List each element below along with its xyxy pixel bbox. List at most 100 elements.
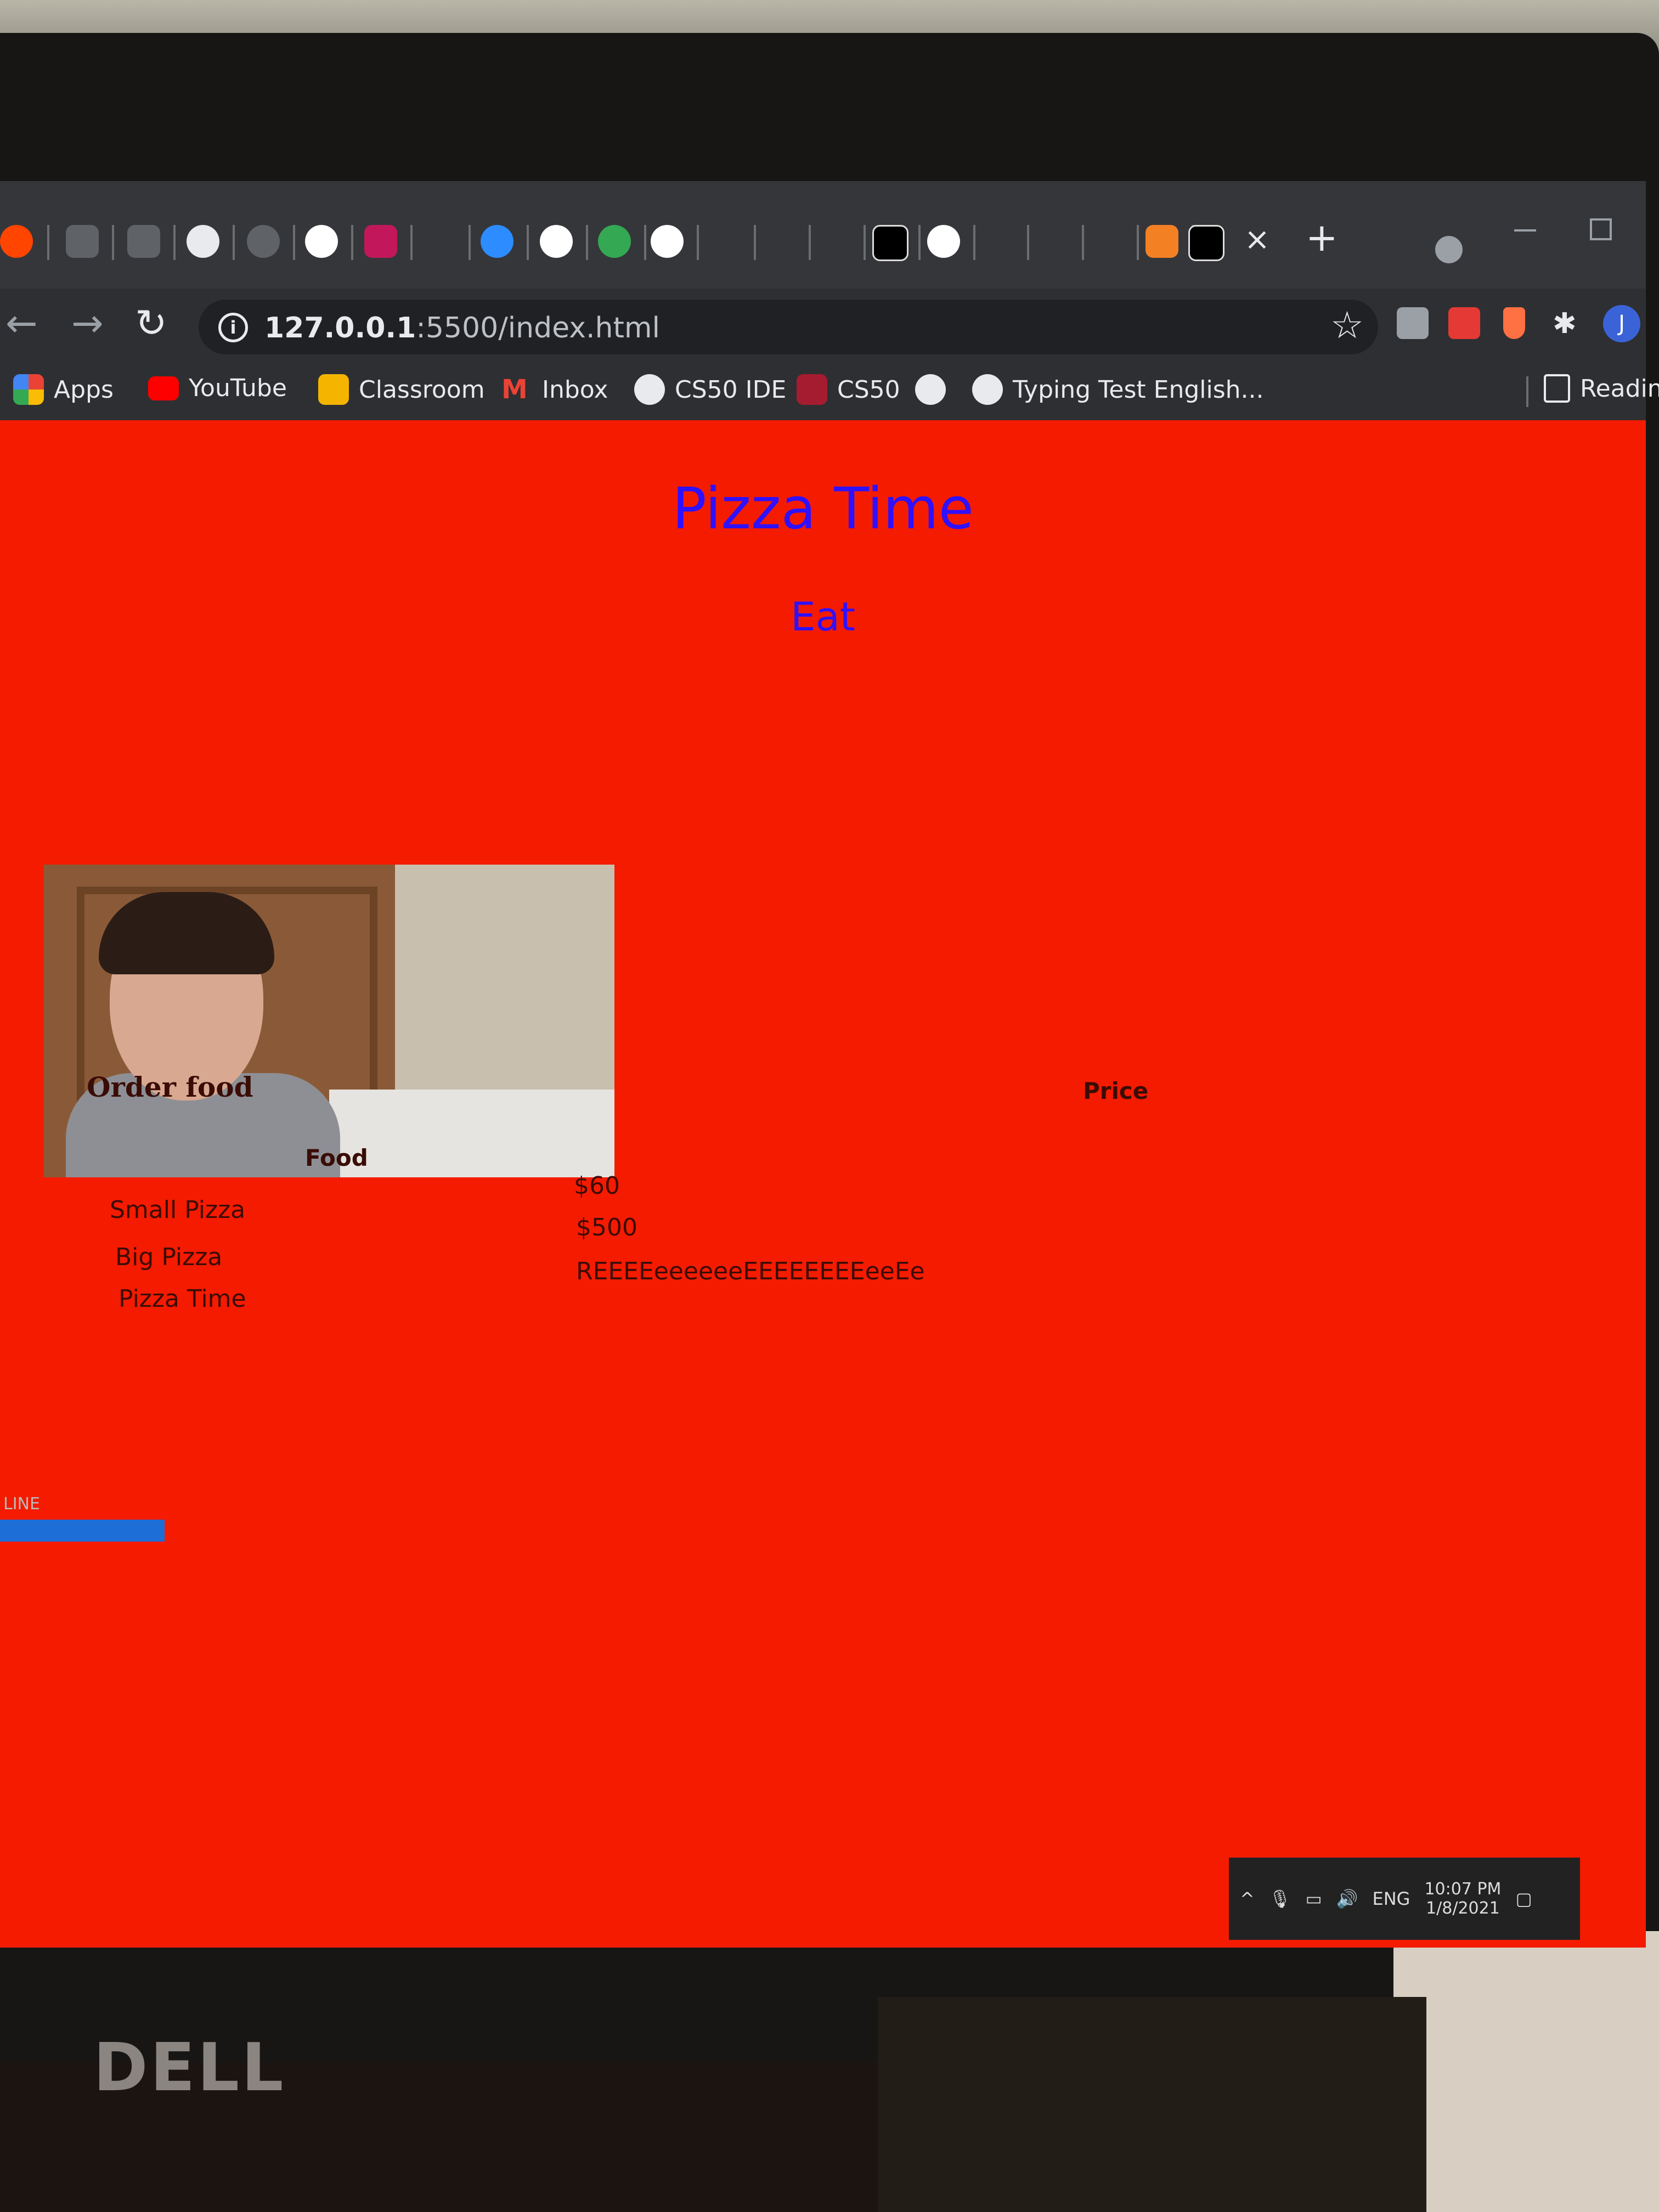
app-tab-icon[interactable] <box>364 225 397 258</box>
bookmark-label: Typing Test English... <box>1013 375 1264 404</box>
bookmark-separator <box>1526 376 1528 407</box>
w3schools-tab-icon[interactable] <box>817 225 850 258</box>
tab-separator <box>351 225 353 260</box>
network-icon[interactable]: ▭ <box>1305 1888 1322 1909</box>
url-host: 127.0.0.1 <box>264 312 416 345</box>
bookmark-classroom[interactable]: Classroom <box>318 374 485 405</box>
w3schools-tab-icon[interactable] <box>763 225 795 258</box>
bookmark-cs50[interactable]: CS50 <box>797 374 900 405</box>
w3schools-tab-icon[interactable] <box>1036 225 1069 258</box>
puzzle-icon[interactable]: ✱ <box>1553 307 1584 340</box>
back-arrow-icon[interactable]: ← <box>5 301 38 346</box>
tab-separator <box>527 225 529 260</box>
desk-surface <box>1393 1931 1659 2212</box>
harvard-icon <box>797 374 827 405</box>
tab-search-icon[interactable] <box>1435 236 1463 263</box>
volume-icon[interactable]: 🔊 <box>1336 1888 1358 1909</box>
bookmark-youtube[interactable]: YouTube <box>148 374 287 402</box>
tab-separator <box>1027 225 1029 260</box>
s-tab-icon[interactable] <box>598 225 631 258</box>
terminal-tab-icon[interactable] <box>66 225 99 258</box>
bookmark-cs50-ide[interactable]: CS50 IDE <box>634 374 786 405</box>
gmail-icon: M <box>501 374 528 405</box>
url-path: :5500/index.html <box>416 312 660 345</box>
extension-icon[interactable] <box>1503 307 1525 339</box>
w3schools-tab-icon[interactable] <box>708 225 741 258</box>
terminal-tab-icon[interactable] <box>127 225 160 258</box>
tab-separator <box>112 225 114 260</box>
maximize-window-icon[interactable] <box>1590 218 1612 240</box>
gmail-tab-icon[interactable] <box>422 225 455 258</box>
bookmark-globe[interactable] <box>915 374 946 405</box>
monitor-brand-logo: DELL <box>93 2030 286 2106</box>
table-cell-price: $500 <box>576 1214 637 1242</box>
bookmark-label: YouTube <box>189 374 287 402</box>
apps-grid-icon <box>13 374 44 405</box>
wordpress-tab-icon[interactable] <box>187 225 219 258</box>
monitor-stand <box>878 1997 1426 2212</box>
minimize-window-icon[interactable] <box>1514 229 1536 232</box>
circle-tab-icon[interactable] <box>927 225 960 258</box>
table-cell-food: Small Pizza <box>110 1196 246 1224</box>
bookmark-reading-list[interactable]: Reading l <box>1544 374 1659 403</box>
code-tab-icon[interactable] <box>872 225 909 261</box>
reload-icon[interactable]: ↻ <box>135 301 167 346</box>
page-title: Pizza Time <box>672 475 974 542</box>
bookmark-apps[interactable]: Apps <box>13 374 114 405</box>
bookmark-star-icon[interactable]: ☆ <box>1330 304 1364 347</box>
tab-separator <box>1137 225 1139 260</box>
language-indicator[interactable]: ENG <box>1373 1888 1410 1909</box>
bookmark-label: Apps <box>54 375 114 404</box>
tab-separator <box>973 225 975 260</box>
bookmark-label: Inbox <box>542 375 608 404</box>
forward-arrow-icon[interactable]: → <box>71 301 104 346</box>
url-text[interactable]: 127.0.0.1:5500/index.html <box>264 312 660 345</box>
bookmark-typing-test[interactable]: Typing Test English... <box>972 374 1264 405</box>
new-tab-button[interactable]: + <box>1306 215 1338 260</box>
stackoverflow-tab-icon[interactable] <box>1146 225 1178 258</box>
tab-separator <box>864 225 866 260</box>
reading-list-icon <box>1544 374 1570 403</box>
notification-icon[interactable]: ▢ <box>1515 1888 1532 1909</box>
tab-separator <box>233 225 235 260</box>
clock-date: 1/8/2021 <box>1426 1899 1500 1918</box>
google-tab-icon[interactable] <box>540 225 573 258</box>
address-bar[interactable]: i 127.0.0.1:5500/index.html ☆ <box>199 300 1378 354</box>
photo-pizza-boxes <box>329 1090 614 1177</box>
w3schools-tab-icon[interactable] <box>981 225 1014 258</box>
clock[interactable]: 10:07 PM 1/8/2021 <box>1424 1880 1501 1918</box>
google-tab-icon[interactable] <box>305 225 338 258</box>
tab-separator <box>754 225 756 260</box>
bookmarks-bar: Apps YouTube Classroom M Inbox CS50 IDE … <box>0 360 1659 421</box>
bookmark-label: Reading l <box>1580 374 1659 403</box>
table-cell-food: Big Pizza <box>115 1243 223 1271</box>
windows-taskbar-tray: ^ 🎙 ▭ 🔊 ENG 10:07 PM 1/8/2021 ▢ <box>1229 1858 1580 1940</box>
tab-separator <box>293 225 295 260</box>
profile-avatar[interactable]: J <box>1603 305 1640 342</box>
globe-icon <box>972 374 1003 405</box>
bookmark-label: Classroom <box>359 375 485 404</box>
bookmark-inbox[interactable]: M Inbox <box>501 374 608 405</box>
browser-toolbar: ← → ↻ i 127.0.0.1:5500/index.html ☆ ✱ J <box>0 289 1646 360</box>
site-info-icon[interactable]: i <box>218 313 248 342</box>
table-cell-food: Pizza Time <box>119 1285 246 1313</box>
extension-icon[interactable] <box>1448 307 1480 339</box>
tab-separator <box>1082 225 1084 260</box>
tab-separator <box>918 225 921 260</box>
globe-tab-icon[interactable] <box>247 225 280 258</box>
circle-tab-icon[interactable] <box>651 225 684 258</box>
tab-separator <box>809 225 811 260</box>
chevron-up-icon[interactable]: ^ <box>1240 1888 1255 1909</box>
tab-separator <box>173 225 176 260</box>
close-tab-button[interactable]: × <box>1244 222 1270 257</box>
zoom-tab-icon[interactable] <box>481 225 514 258</box>
extension-icon[interactable] <box>1397 307 1429 339</box>
editor-status-strip: LINE <box>0 1494 165 1542</box>
reddit-tab-icon[interactable] <box>0 225 33 258</box>
code-tab-icon[interactable] <box>1188 225 1224 261</box>
classroom-icon <box>318 374 349 405</box>
order-food-heading: Order food <box>87 1071 253 1103</box>
w3schools-tab-icon[interactable] <box>1091 225 1124 258</box>
bookmark-label: CS50 <box>837 375 900 404</box>
microphone-icon[interactable]: 🎙 <box>1269 1888 1291 1909</box>
